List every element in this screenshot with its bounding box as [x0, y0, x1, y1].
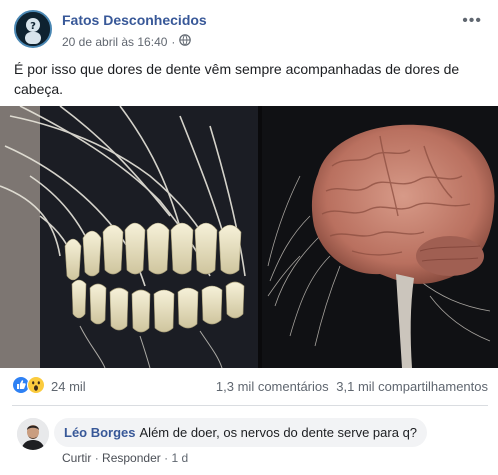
wow-icon — [27, 376, 45, 397]
reactions-summary[interactable]: 24 mil — [12, 376, 86, 397]
post-date[interactable]: 20 de abril às 16:40 — [62, 35, 167, 49]
action-separator: · — [164, 451, 169, 465]
post-text: É por isso que dores de dente vêm sempre… — [14, 61, 460, 97]
comment-actions: Curtir · Responder · 1 d — [62, 451, 188, 465]
engagement-counts: 1,3 mil comentários 3,1 mil compartilham… — [216, 379, 488, 394]
comments-count[interactable]: 1,3 mil comentários — [216, 379, 329, 394]
post-stats: 24 mil 1,3 mil comentários 3,1 mil compa… — [12, 376, 488, 398]
page-avatar[interactable]: ? — [14, 10, 52, 48]
reaction-count[interactable]: 24 mil — [51, 379, 86, 394]
comment-bubble: Léo Borges Além de doer, os nervos do den… — [54, 418, 428, 447]
comment-age[interactable]: 1 d — [171, 451, 188, 465]
avatar[interactable] — [17, 418, 49, 450]
more-options-icon[interactable]: ••• — [462, 12, 482, 30]
globe-icon — [179, 34, 192, 49]
comment-author-link[interactable]: Léo Borges — [64, 425, 136, 440]
post-header: ? Fatos Desconhecidos 20 de abril às 16:… — [14, 10, 484, 52]
page-name-link[interactable]: Fatos Desconhecidos — [62, 12, 207, 28]
shares-count[interactable]: 3,1 mil compartilhamentos — [336, 379, 488, 394]
divider — [12, 405, 488, 406]
svg-text:?: ? — [30, 21, 36, 32]
action-separator: · — [94, 451, 99, 465]
teeth-nerves-image — [0, 106, 258, 368]
reply-comment-button[interactable]: Responder — [102, 451, 161, 465]
post-meta: 20 de abril às 16:40 · — [62, 34, 192, 49]
like-comment-button[interactable]: Curtir — [62, 451, 91, 465]
post-image[interactable] — [0, 106, 498, 368]
comment-text: Além de doer, os nervos do dente serve p… — [139, 425, 418, 440]
brain-nerves-image — [258, 106, 498, 368]
meta-separator: · — [171, 34, 176, 49]
